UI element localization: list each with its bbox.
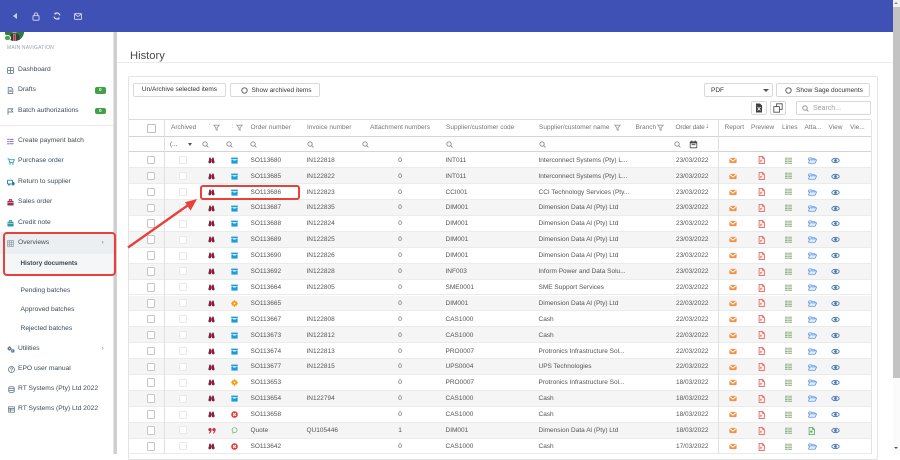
svg-text:?: ? [10, 367, 14, 373]
